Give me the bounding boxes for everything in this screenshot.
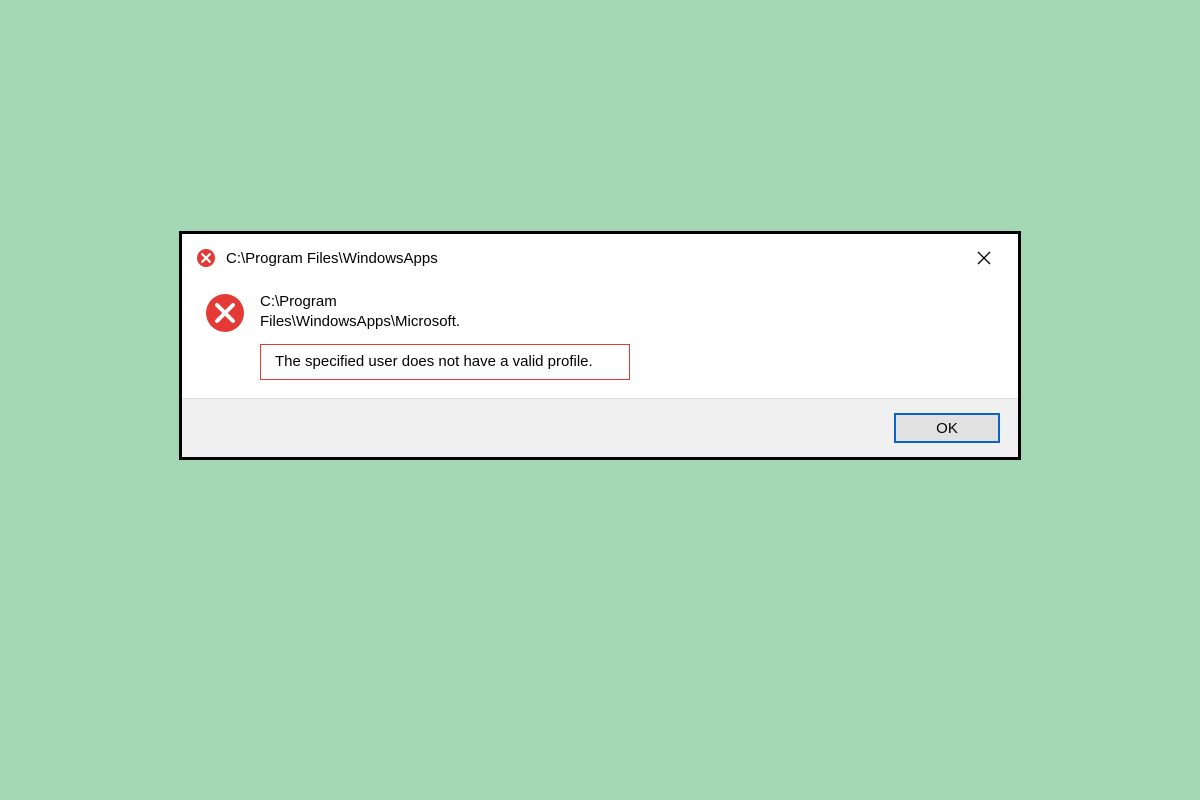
titlebar: C:\Program Files\WindowsApps (182, 234, 1018, 278)
ok-button[interactable]: OK (894, 413, 1000, 443)
error-icon (204, 292, 246, 334)
dialog-content: C:\Program Files\WindowsApps\Microsoft. … (182, 278, 1018, 399)
close-button[interactable] (964, 244, 1004, 272)
path-line-2: Files\WindowsApps\Microsoft. (260, 312, 996, 332)
error-icon (196, 248, 216, 268)
button-bar: OK (182, 399, 1018, 457)
path-line-1: C:\Program (260, 292, 996, 312)
error-message: The specified user does not have a valid… (275, 353, 593, 370)
dialog-title: C:\Program Files\WindowsApps (226, 250, 964, 267)
error-dialog: C:\Program Files\WindowsApps C:\Program … (179, 231, 1021, 460)
error-message-box: The specified user does not have a valid… (260, 344, 630, 380)
path-text: C:\Program Files\WindowsApps\Microsoft. (260, 292, 996, 333)
